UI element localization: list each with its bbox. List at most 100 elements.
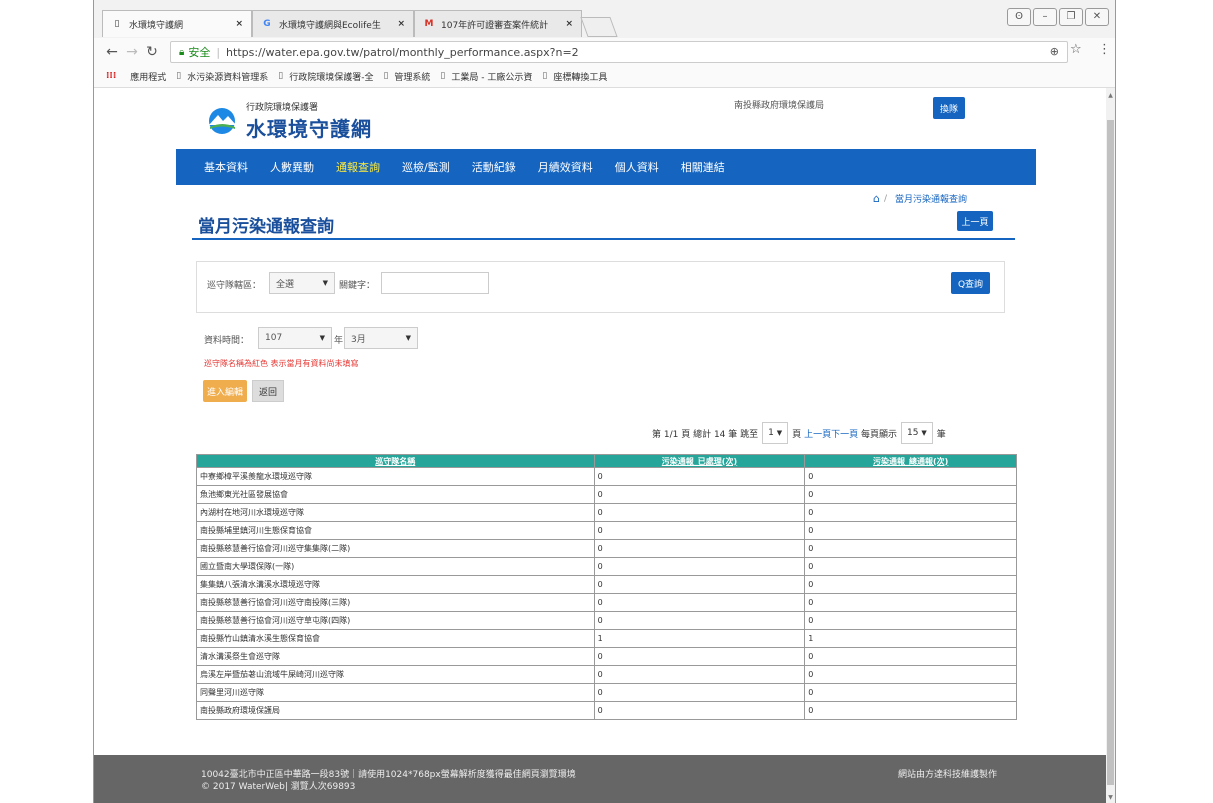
logo-title: 水環境守護網 xyxy=(246,117,372,141)
apps-icon[interactable]: ⁞⁞⁞ xyxy=(106,71,116,81)
prev-page-link[interactable]: 上一頁 xyxy=(804,427,831,440)
page-unit: 頁 xyxy=(792,429,802,440)
total-cell: 0 xyxy=(804,611,1017,630)
processed-cell: 1 xyxy=(593,629,806,648)
page-icon: ▯ xyxy=(542,71,548,81)
dropdown-arrow-icon: ▼ xyxy=(405,334,411,342)
tab-title: 107年許可證審查案件統計 xyxy=(441,20,549,31)
minimize-icon[interactable]: – xyxy=(1033,8,1057,26)
district-select[interactable]: 全選 ▼ xyxy=(269,272,335,294)
tab-google[interactable]: G 水環境守護網與Ecolife生 × xyxy=(252,10,414,37)
bookmark-item[interactable]: ▯ 水污染源資料管理系 xyxy=(176,70,268,83)
team-cell: 南投縣政府環境保護局 xyxy=(196,701,595,720)
processed-cell: 0 xyxy=(593,647,806,666)
team-cell: 內湖村在地河川水環境巡守隊 xyxy=(196,503,595,522)
keyword-input[interactable] xyxy=(381,272,489,294)
table-row: 同聲里河川巡守隊 0 0 xyxy=(196,683,1017,702)
bookmark-item[interactable]: ▯ 座標轉換工具 xyxy=(542,70,607,83)
new-tab-button[interactable] xyxy=(580,17,618,37)
scroll-up-icon[interactable]: ▲ xyxy=(1106,92,1115,99)
next-page-link[interactable]: 下一頁 xyxy=(831,427,858,440)
total-cell: 0 xyxy=(804,665,1017,684)
scrollbar-thumb[interactable] xyxy=(1107,120,1114,785)
total-cell: 0 xyxy=(804,701,1017,720)
team-cell: 南投縣慈慧善行協會河川巡守南投隊(三隊) xyxy=(196,593,595,612)
bookmark-item[interactable]: ▯ 行政院環境保護署-全 xyxy=(278,70,373,83)
user-icon[interactable]: ʘ xyxy=(1007,8,1031,26)
nav-item-profile[interactable]: 個人資料 xyxy=(615,159,659,175)
column-header-team[interactable]: 巡守隊名稱 xyxy=(196,454,595,468)
tab-gmail[interactable]: M 107年許可證審查案件統計 × xyxy=(414,10,582,37)
nav-item-reports[interactable]: 通報查詢 xyxy=(336,159,380,175)
per-page-unit: 筆 xyxy=(936,429,946,440)
address-bar[interactable]: 🔒︎ 安全 | https://water.epa.gov.tw/patrol/… xyxy=(170,41,1068,63)
year-unit: 年 xyxy=(334,336,344,346)
processed-cell: 0 xyxy=(593,701,806,720)
column-header-processed[interactable]: 污染通報_已處理(次) xyxy=(593,454,806,468)
menu-icon[interactable]: ⋮ xyxy=(1098,42,1111,57)
nav-item-monthly[interactable]: 月績效資料 xyxy=(538,159,593,175)
team-cell: 南投縣竹山鎮清水溪生態保育協會 xyxy=(196,629,595,648)
year-select[interactable]: 107 ▼ xyxy=(258,327,332,349)
logo-icon xyxy=(206,107,240,135)
return-button[interactable]: 返回 xyxy=(252,380,284,402)
bookmark-item[interactable]: ▯ 工業局 - 工廠公示資 xyxy=(440,70,532,83)
home-icon[interactable]: ⌂ xyxy=(873,192,880,205)
footer-credit: 網站由方達科技維護製作 xyxy=(898,770,998,780)
site-logo[interactable]: 行政院環境保護署 水環境守護網 xyxy=(206,100,372,142)
table-row: 魚池鄉東光社區發展協會 0 0 xyxy=(196,485,1017,504)
team-cell: 南投縣埔里鎮河川生態保育協會 xyxy=(196,521,595,540)
table-row: 南投縣慈慧善行協會河川巡守集集隊(二隊) 0 0 xyxy=(196,539,1017,558)
reload-icon[interactable]: ↻ xyxy=(142,44,162,60)
close-tab-icon[interactable]: × xyxy=(565,19,573,29)
close-tab-icon[interactable]: × xyxy=(397,19,405,29)
processed-cell: 0 xyxy=(593,593,806,612)
restore-icon[interactable]: ❐ xyxy=(1059,8,1083,26)
bookmark-apps[interactable]: 應用程式 xyxy=(130,70,166,83)
processed-cell: 0 xyxy=(593,467,806,486)
star-icon[interactable]: ☆ xyxy=(1070,42,1082,57)
column-header-total[interactable]: 污染通報_總通報(次) xyxy=(804,454,1017,468)
nav-item-links[interactable]: 相關連結 xyxy=(681,159,725,175)
tab-strip: ▯ 水環境守護網 × G 水環境守護網與Ecolife生 × M 107年許可證… xyxy=(94,0,1115,38)
dropdown-arrow-icon: ▼ xyxy=(921,429,927,437)
team-cell: 清水溝溪祭生會巡守隊 xyxy=(196,647,595,666)
page-title: 當月污染通報查詢 xyxy=(198,217,334,237)
search-button[interactable]: Q查詢 xyxy=(951,272,990,294)
google-icon: G xyxy=(263,19,271,29)
bookmark-item[interactable]: ▯ 管理系統 xyxy=(383,70,430,83)
total-cell: 0 xyxy=(804,647,1017,666)
edit-button[interactable]: 進入編輯 xyxy=(203,380,247,402)
url-text: https://water.epa.gov.tw/patrol/monthly_… xyxy=(226,45,579,59)
nav-item-patrol[interactable]: 巡檢/監測 xyxy=(402,159,450,175)
close-window-icon[interactable]: ✕ xyxy=(1085,8,1109,26)
close-tab-icon[interactable]: × xyxy=(235,19,243,29)
team-cell: 南投縣慈慧善行協會河川巡守集集隊(二隊) xyxy=(196,539,595,558)
scrollbar[interactable]: ▲ ▼ xyxy=(1106,88,1115,803)
nav-item-activities[interactable]: 活動紀錄 xyxy=(472,159,516,175)
per-page-select[interactable]: 15 ▼ xyxy=(900,422,933,444)
team-cell: 同聲里河川巡守隊 xyxy=(196,683,595,702)
total-cell: 0 xyxy=(804,539,1017,558)
tab-active[interactable]: ▯ 水環境守護網 × xyxy=(102,10,252,37)
back-arrow-icon[interactable]: ← xyxy=(102,44,122,60)
scroll-down-icon[interactable]: ▼ xyxy=(1106,794,1115,801)
nav-item-basic[interactable]: 基本資料 xyxy=(204,159,248,175)
zoom-icon[interactable]: ⊕ xyxy=(1050,45,1059,58)
switch-team-button[interactable]: 換隊 xyxy=(933,97,965,119)
team-cell: 魚池鄉東光社區發展協會 xyxy=(196,485,595,504)
footer-copyright: © 2017 WaterWeb| 瀏覽人次69893 xyxy=(201,782,356,792)
forward-arrow-icon[interactable]: → xyxy=(122,44,142,60)
jump-label: 跳至 xyxy=(740,429,759,440)
nav-item-members[interactable]: 人數異動 xyxy=(270,159,314,175)
month-select[interactable]: 3月 ▼ xyxy=(344,327,418,349)
processed-cell: 0 xyxy=(593,521,806,540)
keyword-label: 關鍵字： xyxy=(339,281,376,291)
total-cell: 0 xyxy=(804,503,1017,522)
prev-page-button[interactable]: 上一頁 xyxy=(957,211,993,231)
breadcrumb-current: 當月污染通報查詢 xyxy=(895,195,968,205)
tab-title: 水環境守護網與Ecolife生 xyxy=(279,20,381,31)
team-cell: 國立暨南大學環保隊(一隊) xyxy=(196,557,595,576)
period-label: 資料時間： xyxy=(204,336,250,346)
page-select[interactable]: 1 ▼ xyxy=(762,422,789,444)
